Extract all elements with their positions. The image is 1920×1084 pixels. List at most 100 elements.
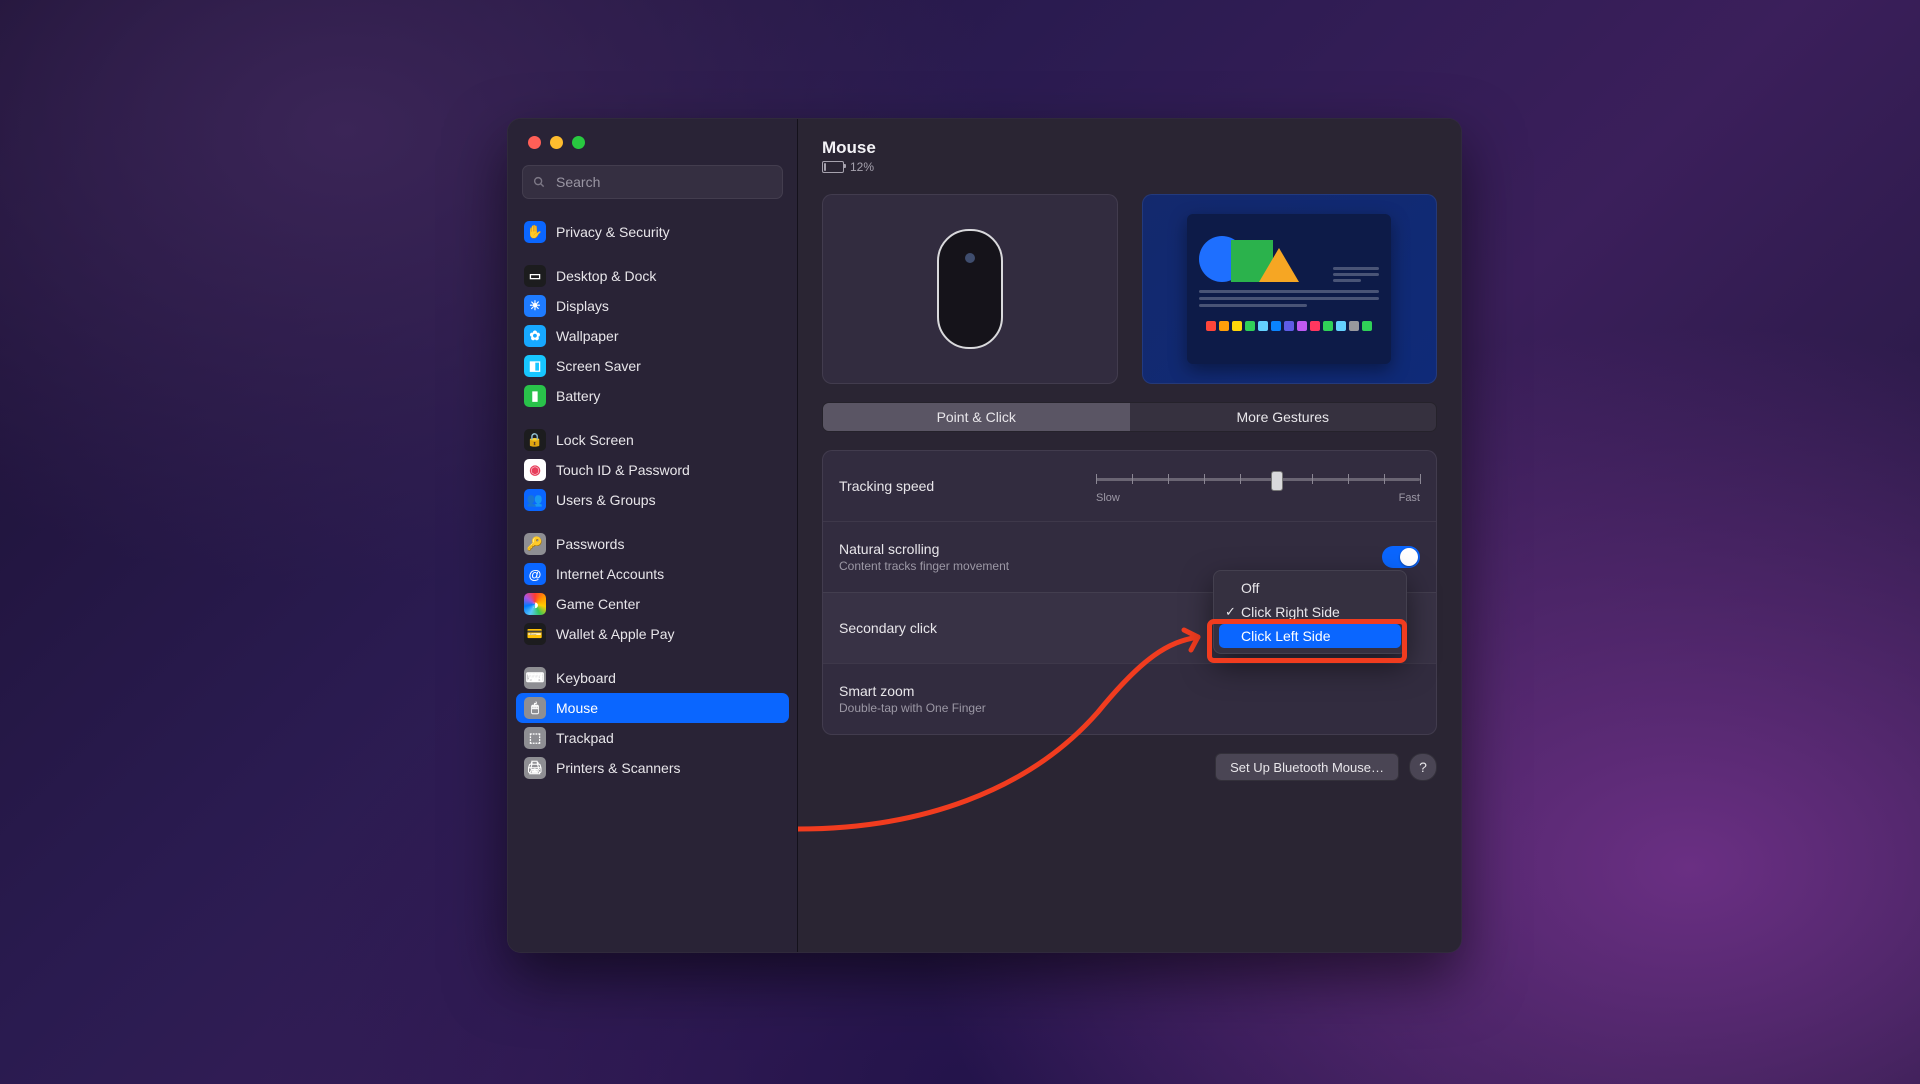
sidebar-item-label: Trackpad: [556, 730, 614, 746]
color-swatch: [1349, 321, 1359, 331]
wallet-apple-pay-icon: 💳: [524, 623, 546, 645]
sidebar-item-privacy-security[interactable]: ✋Privacy & Security: [516, 217, 789, 247]
sidebar-item-trackpad[interactable]: ⬚ Trackpad: [516, 723, 789, 753]
slider-label-fast: Fast: [1399, 492, 1420, 504]
color-swatch: [1336, 321, 1346, 331]
natural-scrolling-label: Natural scrolling: [839, 541, 1382, 557]
sidebar-item-label: Internet Accounts: [556, 566, 664, 582]
content-header: Mouse 12%: [798, 119, 1461, 182]
tab-segmented-control[interactable]: Point & Click More Gestures: [822, 402, 1437, 432]
tracking-speed-slider[interactable]: [1096, 469, 1420, 489]
sidebar-item-displays[interactable]: ☀ Displays: [516, 291, 789, 321]
dropdown-item-off[interactable]: Off: [1219, 576, 1401, 600]
setup-bluetooth-mouse-button[interactable]: Set Up Bluetooth Mouse…: [1215, 753, 1399, 781]
tracking-speed-label: Tracking speed: [839, 478, 1090, 494]
sidebar-item-label: Mouse: [556, 700, 598, 716]
slider-tick: [1348, 474, 1349, 484]
tab-more-gestures[interactable]: More Gestures: [1130, 403, 1437, 431]
sidebar-group: ▭Desktop & Dock ☀ Displays ✿Wallpaper◧Scree…: [516, 261, 789, 411]
screen-saver-icon: ◧: [524, 355, 546, 377]
gesture-preview-card: [1142, 194, 1438, 384]
printers-scanners-icon: 🖨: [524, 757, 546, 779]
color-swatch: [1258, 321, 1268, 331]
sidebar-item-passwords[interactable]: 🔑 Passwords: [516, 529, 789, 559]
slider-labels: Slow Fast: [1096, 492, 1420, 504]
sidebar-item-keyboard[interactable]: ⌨Keyboard: [516, 663, 789, 693]
slider-tick: [1204, 474, 1205, 484]
search-wrap: [508, 165, 797, 209]
mouse-card: [822, 194, 1118, 384]
slider-tick: [1168, 474, 1169, 484]
color-swatch: [1206, 321, 1216, 331]
zoom-button[interactable]: [572, 136, 585, 149]
wallpaper-icon: ✿: [524, 325, 546, 347]
slider-tick: [1096, 474, 1097, 484]
color-swatches: [1199, 321, 1379, 331]
sidebar-item-battery[interactable]: ▮Battery: [516, 381, 789, 411]
close-button[interactable]: [528, 136, 541, 149]
color-swatch: [1362, 321, 1372, 331]
sidebar-item-label: Displays: [556, 298, 609, 314]
battery-percent: 12%: [850, 160, 874, 174]
preview-text-lines: [1199, 290, 1379, 307]
sidebar-item-wallpaper[interactable]: ✿Wallpaper: [516, 321, 789, 351]
smart-zoom-label: Smart zoom: [839, 683, 1420, 699]
secondary-click-dropdown[interactable]: OffClick Right SideClick Left Side: [1213, 570, 1407, 654]
natural-scrolling-toggle[interactable]: [1382, 546, 1420, 568]
dropdown-item-click-right-side[interactable]: Click Right Side: [1219, 600, 1401, 624]
preview-cards: [822, 194, 1437, 384]
sidebar-item-game-center[interactable]: ◑Game Center: [516, 589, 789, 619]
tab-point-and-click[interactable]: Point & Click: [823, 403, 1130, 431]
help-button[interactable]: ?: [1409, 753, 1437, 781]
lock-screen-icon: 🔒: [524, 429, 546, 451]
tracking-speed-control: Slow Fast: [1090, 469, 1420, 504]
sidebar-item-desktop-dock[interactable]: ▭Desktop & Dock: [516, 261, 789, 291]
color-swatch: [1271, 321, 1281, 331]
page-title: Mouse: [822, 138, 1437, 158]
color-swatch: [1323, 321, 1333, 331]
game-center-icon: ◑: [524, 593, 546, 615]
toggle-knob: [1400, 548, 1418, 566]
preview-line: [1333, 279, 1361, 282]
sidebar-item-label: Passwords: [556, 536, 624, 552]
sidebar-item-internet-accounts[interactable]: @Internet Accounts: [516, 559, 789, 589]
sidebar-item-label: Keyboard: [556, 670, 616, 686]
row-tracking-speed: Tracking speed Slow Fast: [823, 451, 1436, 521]
sidebar-item-lock-screen[interactable]: 🔒 Lock Screen: [516, 425, 789, 455]
preview-inner: [1187, 214, 1391, 364]
color-swatch: [1284, 321, 1294, 331]
system-settings-window: ✋Privacy & Security ▭Desktop & Dock ☀ Displ…: [507, 118, 1462, 953]
search-field[interactable]: [522, 165, 783, 199]
content-pane: Mouse 12%: [798, 119, 1461, 952]
mouse-icon: 🖱: [524, 697, 546, 719]
sidebar-item-label: Lock Screen: [556, 432, 634, 448]
preview-shapes: [1199, 224, 1379, 282]
sidebar-list: ✋Privacy & Security ▭Desktop & Dock ☀ Displ…: [508, 209, 797, 952]
trackpad-icon: ⬚: [524, 727, 546, 749]
sidebar-item-label: Battery: [556, 388, 600, 404]
shape-triangle-icon: [1259, 248, 1299, 282]
passwords-icon: 🔑: [524, 533, 546, 555]
sidebar-group: ⌨Keyboard 🖱 Mouse ⬚ Trackpad 🖨Printers & Scan…: [516, 663, 789, 783]
search-input[interactable]: [554, 173, 773, 191]
minimize-button[interactable]: [550, 136, 563, 149]
displays-icon: ☀: [524, 295, 546, 317]
sidebar-item-printers-scanners[interactable]: 🖨Printers & Scanners: [516, 753, 789, 783]
sidebar-item-mouse[interactable]: 🖱 Mouse: [516, 693, 789, 723]
content-body: Point & Click More Gestures Tracking spe…: [798, 182, 1461, 952]
dropdown-item-click-left-side[interactable]: Click Left Side: [1219, 624, 1401, 648]
row-smart-zoom: Smart zoom Double-tap with One Finger: [823, 663, 1436, 734]
sidebar-item-wallet-apple-pay[interactable]: 💳Wallet & Apple Pay: [516, 619, 789, 649]
slider-thumb[interactable]: [1271, 471, 1283, 491]
sidebar-item-screen-saver[interactable]: ◧Screen Saver: [516, 351, 789, 381]
color-swatch: [1297, 321, 1307, 331]
preview-line: [1333, 273, 1379, 276]
sidebar-item-users-groups[interactable]: 👥Users & Groups: [516, 485, 789, 515]
sidebar-group: 🔒 Lock Screen ◉Touch ID & Password👥Users &…: [516, 425, 789, 515]
preview-line: [1199, 304, 1307, 307]
sidebar-group: 🔑 Passwords @Internet Accounts◑Game Center…: [516, 529, 789, 649]
sidebar-item-touch-id-password[interactable]: ◉Touch ID & Password: [516, 455, 789, 485]
color-swatch: [1232, 321, 1242, 331]
slider-tick: [1240, 474, 1241, 484]
titlebar: [508, 119, 797, 165]
